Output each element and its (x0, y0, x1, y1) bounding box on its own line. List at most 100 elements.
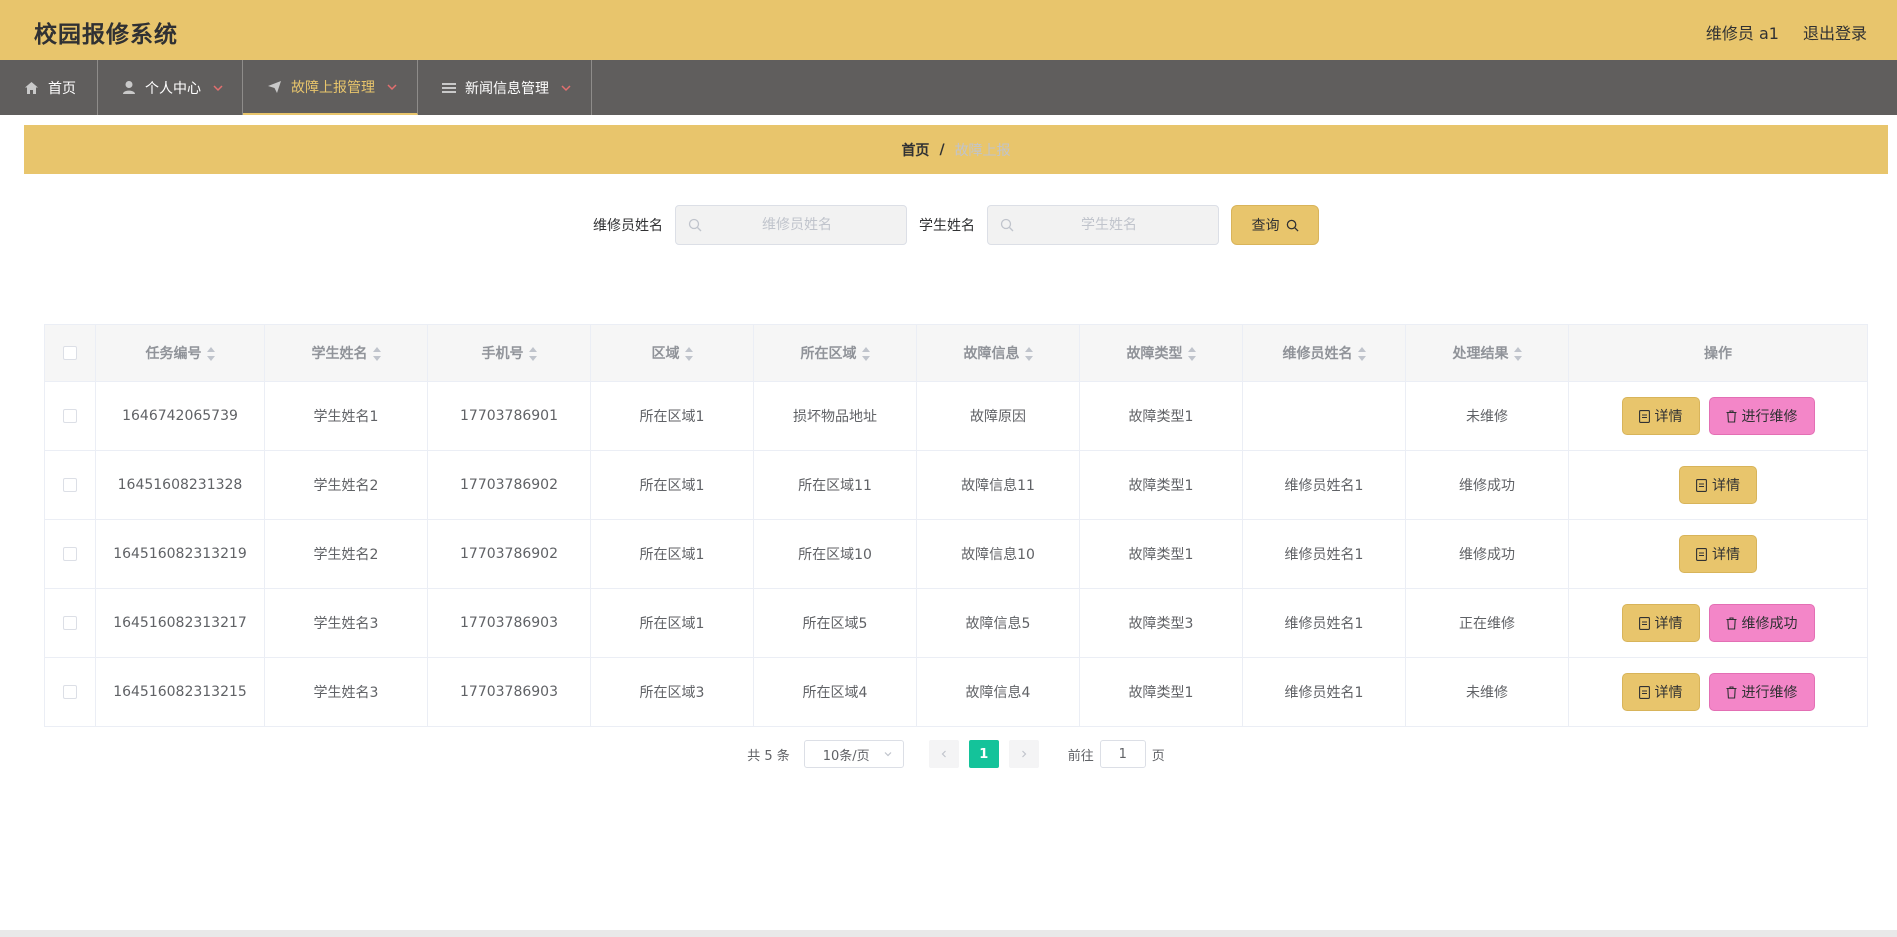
student-name-label: 学生姓名 (919, 218, 975, 234)
phone-cell: 17703786902 (427, 519, 591, 589)
fault-report-table: 任务编号 学生姓名 手机号 区域 所在区域 故障信息 故障类型 维修员姓名 处理… (44, 324, 1868, 727)
chevron-down-icon (387, 83, 397, 90)
sort-icon[interactable] (861, 347, 870, 361)
detail-button[interactable]: 详情 (1679, 535, 1757, 573)
column-header[interactable]: 故障信息 (916, 324, 1080, 382)
sort-icon[interactable] (528, 347, 537, 361)
fault-info-cell: 故障信息4 (916, 657, 1080, 727)
column-header[interactable]: 区域 (590, 324, 754, 382)
sort-icon[interactable] (1024, 347, 1033, 361)
result-cell: 未维修 (1405, 657, 1569, 727)
sort-icon[interactable] (1357, 347, 1366, 361)
nav-item-label: 个人中心 (145, 80, 201, 97)
column-header[interactable]: 故障类型 (1079, 324, 1243, 382)
breadcrumb-separator: / (939, 141, 945, 158)
page-size-value: 10条/页 (822, 748, 870, 764)
result-cell: 正在维修 (1405, 588, 1569, 658)
phone-cell: 17703786902 (427, 450, 591, 520)
column-header[interactable]: 手机号 (427, 324, 591, 382)
breadcrumb: 首页 / 故障上报 (24, 125, 1888, 174)
page-size-select[interactable]: 10条/页 (803, 740, 904, 768)
nav-item-fault-report[interactable]: 故障上报管理 (243, 60, 418, 115)
detail-button[interactable]: 详情 (1621, 604, 1700, 642)
detail-button[interactable]: 详情 (1679, 466, 1757, 504)
action-button-label: 进行维修 (1741, 685, 1798, 701)
start-repair-button[interactable]: 进行维修 (1708, 397, 1815, 435)
main-nav: 首页 个人中心 故障上报管理 新闻信息管理 (0, 60, 1897, 115)
next-page-button[interactable] (1008, 740, 1039, 768)
pagination: 共 5 条 10条/页 1 前往 页 (24, 739, 1888, 769)
detail-button-label: 详情 (1654, 685, 1683, 701)
fault-type-cell: 故障类型1 (1079, 657, 1243, 727)
fault-type-cell: 故障类型1 (1079, 519, 1243, 589)
row-checkbox[interactable] (63, 685, 77, 699)
column-header[interactable]: 处理结果 (1405, 324, 1569, 382)
document-icon (1638, 685, 1650, 699)
area-cell: 所在区域1 (590, 381, 754, 451)
sort-icon[interactable] (1187, 347, 1196, 361)
sort-icon[interactable] (1513, 347, 1522, 361)
task-id-cell: 1646742065739 (95, 381, 265, 451)
repairer-name-cell (1242, 381, 1406, 451)
detail-button[interactable]: 详情 (1621, 673, 1700, 711)
fault-type-cell: 故障类型3 (1079, 588, 1243, 658)
row-actions: 详情 (1569, 535, 1867, 573)
column-header[interactable]: 任务编号 (95, 324, 265, 382)
detail-button[interactable]: 详情 (1621, 397, 1700, 435)
phone-cell: 17703786903 (427, 588, 591, 658)
row-checkbox[interactable] (63, 547, 77, 561)
row-checkbox[interactable] (63, 478, 77, 492)
repair-success-button[interactable]: 维修成功 (1708, 604, 1815, 642)
column-header[interactable]: 学生姓名 (264, 324, 428, 382)
select-all-checkbox[interactable] (63, 346, 77, 360)
search-icon (1000, 218, 1014, 232)
user-icon (123, 81, 135, 94)
sort-icon[interactable] (206, 347, 215, 361)
bottom-scrollbar-track (0, 930, 1897, 937)
trash-icon (1726, 685, 1736, 699)
nav-item-home[interactable]: 首页 (0, 60, 98, 115)
action-button-label: 维修成功 (1741, 616, 1798, 632)
task-id-cell: 164516082313217 (95, 588, 265, 658)
nav-item-label: 首页 (48, 80, 76, 97)
page-number-current[interactable]: 1 (968, 740, 999, 768)
sort-icon[interactable] (372, 347, 381, 361)
current-user-label[interactable]: 维修员 a1 (1706, 20, 1779, 44)
student-name-cell: 学生姓名3 (264, 657, 428, 727)
nav-item-profile[interactable]: 个人中心 (98, 60, 243, 115)
home-icon (25, 81, 38, 94)
query-button[interactable]: 查询 (1231, 205, 1319, 245)
row-checkbox[interactable] (63, 409, 77, 423)
detail-button-label: 详情 (1712, 478, 1740, 494)
repairer-name-label: 维修员姓名 (593, 218, 663, 234)
student-name-input[interactable] (1014, 217, 1204, 233)
student-name-cell: 学生姓名1 (264, 381, 428, 451)
result-cell: 维修成功 (1405, 450, 1569, 520)
repairer-name-input[interactable] (702, 217, 892, 233)
goto-label: 前往 (1067, 748, 1094, 764)
chevron-left-icon (941, 750, 946, 758)
search-form: 维修员姓名 学生姓名 查询 (24, 204, 1888, 246)
sort-icon[interactable] (684, 347, 693, 361)
breadcrumb-home[interactable]: 首页 (901, 140, 929, 160)
search-icon (688, 218, 702, 232)
column-header[interactable]: 维修员姓名 (1242, 324, 1406, 382)
fault-info-cell: 故障信息10 (916, 519, 1080, 589)
detail-button-label: 详情 (1654, 616, 1683, 632)
student-name-cell: 学生姓名2 (264, 519, 428, 589)
goto-page-input[interactable] (1099, 740, 1146, 768)
logout-link[interactable]: 退出登录 (1803, 20, 1867, 44)
nav-item-news[interactable]: 新闻信息管理 (418, 60, 592, 115)
prev-page-button[interactable] (928, 740, 959, 768)
document-icon (1638, 616, 1650, 630)
content-area: 维修员姓名 学生姓名 查询 任务编号 (24, 184, 1888, 785)
trash-icon (1726, 616, 1736, 630)
row-checkbox[interactable] (63, 616, 77, 630)
location-cell: 所在区域10 (753, 519, 917, 589)
search-icon (1286, 219, 1299, 232)
start-repair-button[interactable]: 进行维修 (1708, 673, 1815, 711)
column-header[interactable]: 所在区域 (753, 324, 917, 382)
area-cell: 所在区域1 (590, 588, 754, 658)
row-actions: 详情 进行维修 (1569, 673, 1867, 711)
row-actions: 详情 进行维修 (1569, 397, 1867, 435)
